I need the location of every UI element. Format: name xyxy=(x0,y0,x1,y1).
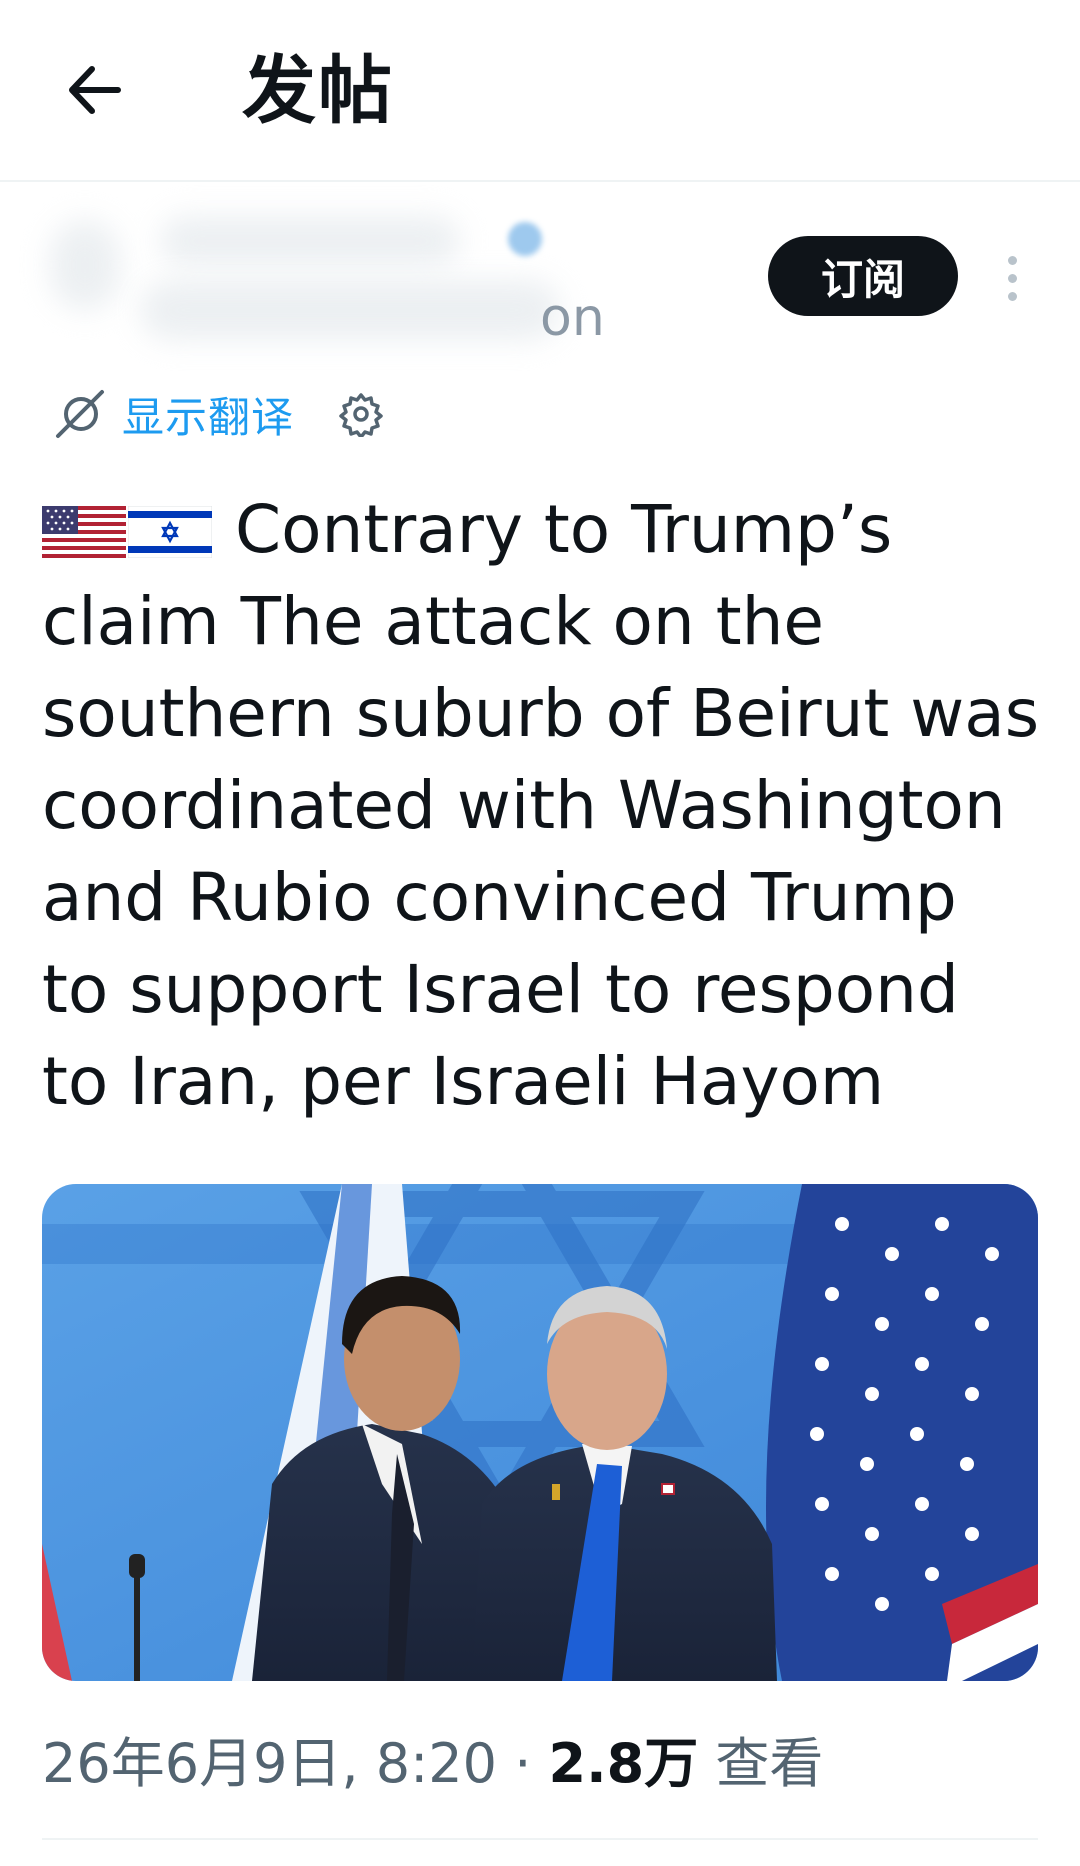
views-label: 查看 xyxy=(715,1732,824,1795)
subscribe-button[interactable]: 订阅 xyxy=(768,236,958,316)
tweet-timestamp[interactable]: 26年6月9日, 8:20 xyxy=(42,1732,497,1795)
verified-badge-icon xyxy=(508,222,542,256)
translate-icon xyxy=(56,390,104,438)
tweet-body: Contrary to Trump’s claim The attack on … xyxy=(42,491,1040,1120)
author-handle[interactable]: on xyxy=(540,288,605,348)
translation-settings-button[interactable] xyxy=(338,391,384,437)
gear-icon xyxy=(339,393,383,437)
arrow-left-icon xyxy=(69,66,121,114)
us-flag-icon xyxy=(42,506,126,558)
israel-flag-icon xyxy=(128,506,212,558)
tweet-text: Contrary to Trump’s claim The attack on … xyxy=(42,484,1042,1128)
show-translation-link[interactable]: 显示翻译 xyxy=(54,384,294,445)
translation-bar: 显示翻译 xyxy=(54,384,384,444)
more-options-button[interactable] xyxy=(992,246,1032,310)
top-bar: 发帖 xyxy=(0,0,1080,182)
tweet-meta: 26年6月9日, 8:20 · 2.8万 查看 xyxy=(42,1732,823,1796)
back-button[interactable] xyxy=(58,54,130,126)
tweet-photo[interactable] xyxy=(42,1184,1038,1681)
page-title: 发帖 xyxy=(242,48,394,134)
views-count: 2.8万 xyxy=(548,1732,699,1795)
meta-separator: · xyxy=(514,1732,532,1795)
more-vertical-icon xyxy=(1007,255,1017,265)
translation-label: 显示翻译 xyxy=(122,392,295,442)
photo-image xyxy=(42,1184,1038,1681)
divider xyxy=(42,1838,1038,1840)
